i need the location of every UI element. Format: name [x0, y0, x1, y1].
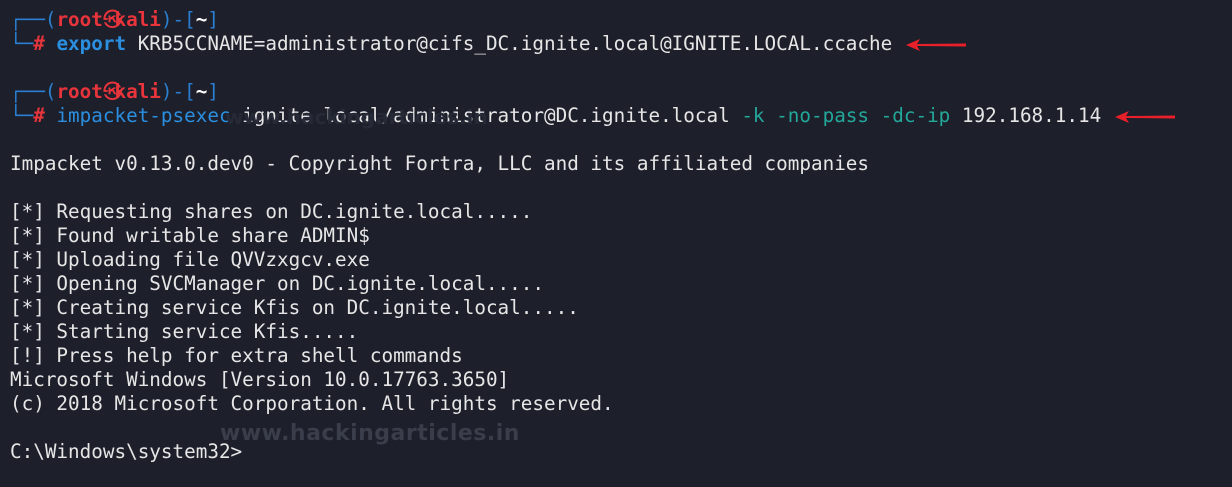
prompt-header-1: ┌──(root㉿kali)-[~]	[10, 8, 1232, 32]
command-target: ignite.local/administrator@DC.ignite.loc…	[230, 104, 742, 127]
prompt-host: kali	[114, 80, 161, 103]
prompt-header-2: ┌──(root㉿kali)-[~]	[10, 80, 1232, 104]
command-line-2[interactable]: └─# impacket-psexec ignite.local/adminis…	[10, 104, 1232, 128]
output-line: [*] Opening SVCManager on DC.ignite.loca…	[10, 272, 544, 295]
prompt-user: root	[56, 8, 103, 31]
command-flag: -dc-ip	[869, 104, 951, 127]
command-tool: impacket-psexec	[56, 104, 231, 127]
output-line: Microsoft Windows [Version 10.0.17763.36…	[10, 368, 510, 391]
prompt-frame: )-[	[160, 8, 196, 31]
prompt-frame: ]	[207, 8, 219, 31]
output-line: [*] Creating service Kfis on DC.ignite.l…	[10, 296, 579, 319]
prompt-user: root	[56, 80, 103, 103]
prompt-frame: ┌──(	[10, 80, 57, 103]
prompt-frame: └─	[10, 32, 34, 55]
skull-icon: ㉿	[102, 8, 123, 31]
terminal-window[interactable]: ┌──(root㉿kali)-[~] └─# export KRB5CCNAME…	[10, 8, 1232, 464]
output-line: [!] Press help for extra shell commands	[10, 344, 463, 367]
prompt-frame: ┌──(	[10, 8, 57, 31]
prompt-hash: #	[33, 32, 57, 55]
impacket-banner: Impacket v0.13.0.dev0 - Copyright Fortra…	[10, 152, 870, 175]
prompt-hash: #	[33, 104, 57, 127]
command-args: KRB5CCNAME=administrator@cifs_DC.ignite.…	[126, 32, 893, 55]
prompt-dir: ~	[195, 80, 208, 103]
output-line: [*] Starting service Kfis.....	[10, 320, 359, 343]
windows-shell-prompt[interactable]: C:\Windows\system32>	[10, 440, 1232, 464]
red-arrow-icon	[906, 38, 967, 51]
command-flag: -k	[741, 104, 765, 127]
red-arrow-icon	[1115, 110, 1176, 123]
command-line-1[interactable]: └─# export KRB5CCNAME=administrator@cifs…	[10, 32, 1232, 56]
output-line: [*] Requesting shares on DC.ignite.local…	[10, 200, 533, 223]
command-flag: -no-pass	[764, 104, 870, 127]
command-ip: 192.168.1.14	[950, 104, 1102, 127]
prompt-host: kali	[114, 8, 161, 31]
prompt-frame: ]	[207, 80, 219, 103]
prompt-frame: └─	[10, 104, 34, 127]
output-line: (c) 2018 Microsoft Corporation. All righ…	[10, 392, 614, 415]
prompt-frame: )-[	[160, 80, 196, 103]
skull-icon: ㉿	[102, 80, 123, 103]
command-keyword: export	[56, 32, 127, 55]
output-line: [*] Uploading file QVVzxgcv.exe	[10, 248, 370, 271]
output-line: [*] Found writable share ADMIN$	[10, 224, 370, 247]
prompt-dir: ~	[195, 8, 208, 31]
